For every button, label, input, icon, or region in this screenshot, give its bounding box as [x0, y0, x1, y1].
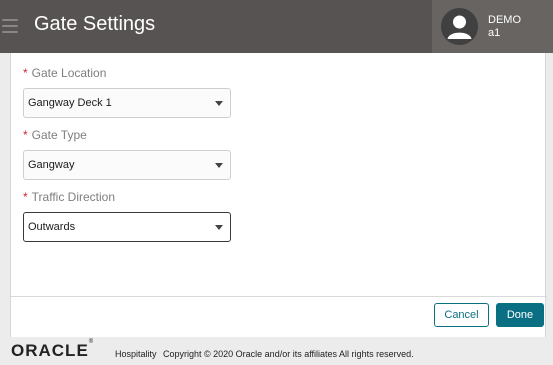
user-name: DEMO a1 — [488, 14, 521, 40]
app-header: Gate Settings DEMO a1 — [0, 0, 553, 53]
required-marker: * — [23, 128, 28, 142]
divider — [11, 296, 547, 297]
gate-location-value: Gangway Deck 1 — [28, 97, 112, 109]
traffic-direction-value: Outwards — [28, 221, 76, 233]
footer: ORACLE® Hospitality Copyright © 2020 Ora… — [0, 337, 553, 365]
gate-type-value: Gangway — [28, 159, 75, 171]
user-avatar-icon — [441, 8, 478, 45]
done-button[interactable]: Done — [496, 303, 544, 327]
gate-location-select[interactable]: Gangway Deck 1 — [23, 88, 231, 118]
settings-panel: * Gate Location Gangway Deck 1 * Gate Type… — [10, 53, 547, 337]
copyright-text: Copyright © 2020 Oracle and/or its affil… — [163, 349, 414, 359]
oracle-logo: ORACLE® — [11, 339, 95, 361]
traffic-direction-select[interactable]: Outwards — [23, 212, 231, 242]
chevron-down-icon — [215, 101, 223, 106]
oracle-logo-text: ORACLE — [11, 341, 89, 360]
hamburger-menu-icon[interactable] — [0, 16, 20, 36]
user-name-line1: DEMO — [488, 14, 521, 26]
gate-type-select[interactable]: Gangway — [23, 150, 231, 180]
traffic-direction-label: * Traffic Direction — [23, 190, 115, 204]
chevron-down-icon — [215, 225, 223, 230]
gate-location-label: * Gate Location — [23, 66, 106, 80]
chevron-down-icon — [215, 163, 223, 168]
user-name-line2: a1 — [488, 27, 501, 39]
user-menu[interactable]: DEMO a1 — [432, 0, 553, 53]
gate-location-label-text: Gate Location — [31, 66, 107, 80]
traffic-direction-label-text: Traffic Direction — [31, 190, 116, 204]
page-title: Gate Settings — [34, 13, 156, 35]
required-marker: * — [23, 66, 28, 80]
required-marker: * — [23, 190, 28, 204]
cancel-button[interactable]: Cancel — [434, 303, 489, 327]
registered-mark: ® — [88, 339, 95, 346]
product-name: Hospitality — [115, 349, 157, 359]
gate-type-label-text: Gate Type — [31, 128, 87, 142]
gate-type-label: * Gate Type — [23, 128, 87, 142]
